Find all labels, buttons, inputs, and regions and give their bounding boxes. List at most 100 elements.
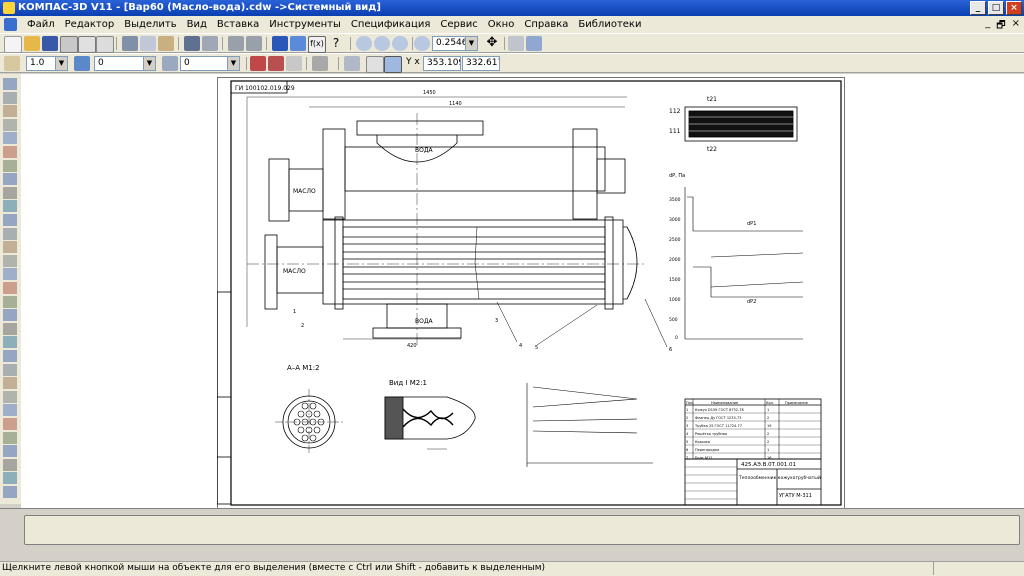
snaps-mode-icon[interactable] [384, 56, 402, 73]
ellipse-tool-icon[interactable] [3, 295, 17, 308]
spec-cell: 1 [767, 448, 769, 452]
open-folder-icon[interactable] [24, 36, 40, 51]
menu-item-7[interactable]: Сервис [435, 16, 482, 33]
document-icon[interactable] [4, 18, 17, 31]
zoom-out-icon[interactable] [392, 36, 408, 51]
aux-line-tool-icon[interactable] [3, 431, 17, 444]
style-field[interactable]: 0 ▼ [180, 56, 240, 71]
rect-tool-icon[interactable] [3, 309, 17, 322]
line-tool-icon[interactable] [3, 254, 17, 267]
select-tool-icon[interactable] [3, 78, 17, 90]
reports-tool-icon[interactable] [3, 214, 17, 226]
zoom-scale-icon[interactable] [414, 36, 430, 51]
zoom-in-icon[interactable] [374, 36, 390, 51]
parametrize-tool-icon[interactable] [3, 146, 17, 158]
menu-item-5[interactable]: Инструменты [264, 16, 346, 33]
cut-icon[interactable] [122, 36, 138, 51]
bezier-tool-icon[interactable] [3, 350, 17, 362]
refresh-icon[interactable] [526, 36, 542, 51]
orthogonal-mode-icon[interactable] [366, 56, 384, 73]
callout-5: 5 [535, 345, 538, 351]
variables-icon[interactable]: f(x) [308, 36, 326, 53]
library-icon[interactable] [290, 36, 306, 51]
menu-item-8[interactable]: Окно [483, 16, 520, 33]
style-icon[interactable] [162, 56, 178, 71]
graph-tick-1: 3000 [669, 217, 681, 223]
step-field[interactable]: 1.0 ▼ [26, 56, 68, 71]
calculator-icon[interactable] [202, 36, 218, 51]
paste-icon[interactable] [158, 36, 174, 51]
print-preview-icon[interactable] [78, 36, 96, 53]
local-snap-icon[interactable] [268, 56, 284, 71]
measure-tool-icon[interactable] [3, 159, 17, 172]
coordinate-system-icon[interactable] [344, 56, 360, 71]
undo-icon[interactable] [228, 36, 244, 51]
menu-item-0[interactable]: Файл [22, 16, 60, 33]
help-icon[interactable]: ? [328, 36, 344, 51]
kompas-app-icon[interactable] [3, 2, 15, 14]
drawing-sheet[interactable]: ГИ 100102.019.029 1450 1140 420 МАСЛО МА… [217, 77, 845, 509]
graph-tick-7: 0 [675, 335, 678, 341]
menu-item-9[interactable]: Справка [519, 16, 573, 33]
assoc-views-tool-icon[interactable] [3, 186, 17, 199]
circle-tool-icon[interactable] [3, 268, 17, 281]
redo-icon[interactable] [246, 36, 262, 51]
zoom-field[interactable]: 0.2546 ▼ [432, 36, 478, 51]
axis-tool-icon[interactable] [3, 472, 17, 485]
close-button[interactable]: × [1006, 1, 1022, 15]
label-maslo-in: МАСЛО [293, 188, 316, 195]
callout-6: 6 [669, 347, 672, 353]
fillet-tool-icon[interactable] [3, 404, 17, 417]
menu-item-4[interactable]: Вставка [212, 16, 264, 33]
menu-item-1[interactable]: Редактор [60, 16, 120, 33]
new-file-icon[interactable] [4, 36, 22, 53]
format-brush-icon[interactable] [184, 36, 200, 51]
minimize-button[interactable]: _ [970, 1, 986, 15]
drawing-workspace[interactable]: ГИ 100102.019.029 1450 1140 420 МАСЛО МА… [21, 74, 1024, 509]
coord-y-field[interactable]: 332.617 [462, 56, 500, 71]
dimensions-tool-icon[interactable] [3, 105, 17, 118]
coord-x-field[interactable]: 353.109 [423, 56, 461, 71]
menu-item-3[interactable]: Вид [182, 16, 212, 33]
spec-header-pos: Поз. [686, 401, 694, 405]
equidistant-tool-icon[interactable] [3, 390, 17, 403]
copy-icon[interactable] [140, 36, 156, 51]
spec-tool-icon[interactable] [3, 200, 17, 213]
layer-icon[interactable] [74, 56, 90, 71]
print-icon[interactable] [60, 36, 78, 53]
trim-tool-icon[interactable] [3, 486, 17, 498]
ortho-icon[interactable] [286, 56, 302, 71]
zoom-window-icon[interactable] [356, 36, 372, 51]
point-tool-icon[interactable] [3, 241, 17, 254]
pan-icon[interactable]: ✥ [484, 36, 500, 51]
fragments-tool-icon[interactable] [3, 227, 17, 240]
property-panel-area[interactable] [24, 515, 1020, 545]
tangent-tool-icon[interactable] [3, 445, 17, 458]
save-icon[interactable] [42, 36, 58, 51]
contour-tool-icon[interactable] [3, 363, 17, 376]
grid-icon[interactable] [312, 56, 328, 71]
show-all-icon[interactable] [508, 36, 524, 51]
menu-item-10[interactable]: Библиотеки [573, 16, 646, 33]
dim-total: 1450 [423, 90, 436, 96]
geometry-tool-icon[interactable] [3, 91, 17, 104]
group-tool-icon[interactable] [3, 458, 17, 471]
arc-tool-icon[interactable] [3, 282, 17, 294]
menu-item-6[interactable]: Спецификация [346, 16, 436, 33]
edit-tool-icon[interactable] [3, 132, 17, 145]
properties-icon[interactable] [96, 36, 114, 53]
hatch-tool-icon[interactable] [3, 377, 17, 390]
select-2-tool-icon[interactable] [3, 173, 17, 186]
menu-item-2[interactable]: Выделить [119, 16, 181, 33]
spec-cell: Болт М12 [695, 456, 712, 460]
notation-tool-icon[interactable] [3, 118, 17, 131]
manager-icon[interactable] [272, 36, 288, 51]
tube-label-a: t21 [707, 96, 717, 103]
maximize-button[interactable]: □ [988, 1, 1004, 15]
curve-tool-icon[interactable] [3, 336, 17, 349]
snap-icon[interactable] [250, 56, 266, 71]
chamfer-tool-icon[interactable] [3, 418, 17, 430]
polygon-tool-icon[interactable] [3, 322, 17, 335]
step-icon[interactable] [4, 56, 20, 71]
layer-field[interactable]: 0 ▼ [94, 56, 156, 71]
